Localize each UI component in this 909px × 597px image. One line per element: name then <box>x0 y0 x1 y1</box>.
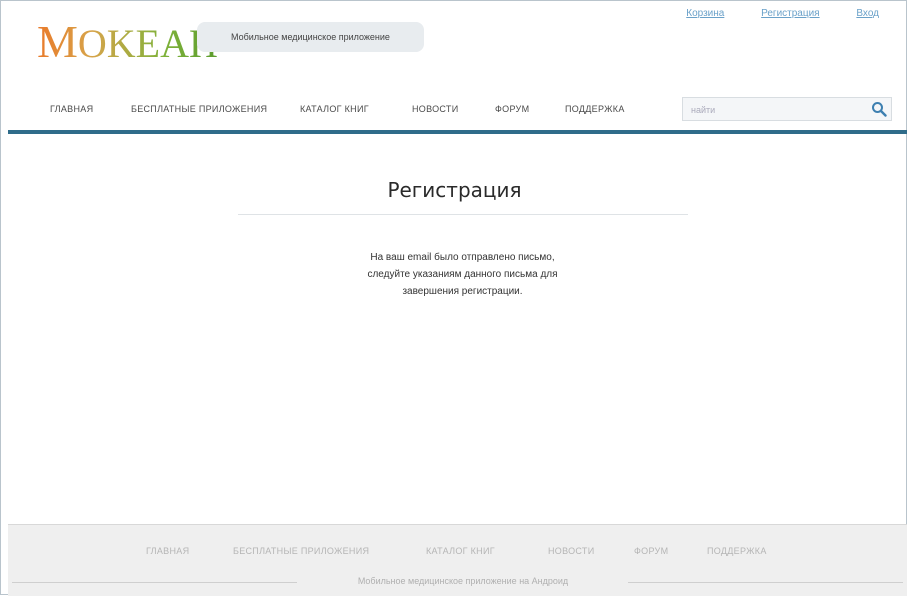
footer-nav-news[interactable]: НОВОСТИ <box>548 546 594 556</box>
footer-nav-support[interactable]: ПОДДЕРЖКА <box>707 546 767 556</box>
nav-item-book-catalog[interactable]: КАТАЛОГ КНИГ <box>300 104 369 114</box>
site-tagline: Мобильное медицинское приложение <box>197 22 424 52</box>
footer-tagline: Мобильное медицинское приложение на Андр… <box>357 576 569 586</box>
footer-divider-right <box>628 582 903 583</box>
login-link[interactable]: Вход <box>856 8 879 19</box>
message-line: завершения регистрации. <box>402 286 523 297</box>
nav-item-forum[interactable]: ФОРУМ <box>495 104 529 114</box>
search-box <box>682 97 892 121</box>
register-link[interactable]: Регистрация <box>761 8 819 19</box>
page-title: Регистрация <box>387 178 522 202</box>
nav-item-support[interactable]: ПОДДЕРЖКА <box>565 104 625 114</box>
footer-nav-book-catalog[interactable]: КАТАЛОГ КНИГ <box>426 546 495 556</box>
footer: ГЛАВНАЯ БЕСПЛАТНЫЕ ПРИЛОЖЕНИЯ КАТАЛОГ КН… <box>8 524 907 596</box>
message-line: На ваш email было отправлено письмо, <box>370 252 555 263</box>
header-divider <box>8 130 907 134</box>
cart-link[interactable]: Корзина <box>686 8 724 19</box>
confirmation-message: На ваш email было отправлено письмо, сле… <box>330 249 595 300</box>
search-input[interactable] <box>689 102 863 118</box>
footer-nav-home[interactable]: ГЛАВНАЯ <box>146 546 189 556</box>
nav-item-news[interactable]: НОВОСТИ <box>412 104 458 114</box>
logo-initial: M <box>37 16 78 67</box>
top-links: Корзина Регистрация Вход <box>652 8 879 19</box>
search-icon[interactable] <box>871 101 887 117</box>
footer-nav-free-apps[interactable]: БЕСПЛАТНЫЕ ПРИЛОЖЕНИЯ <box>233 546 369 556</box>
title-divider <box>238 214 688 215</box>
site-logo[interactable]: MOKEAH <box>37 18 218 68</box>
nav-item-home[interactable]: ГЛАВНАЯ <box>50 104 93 114</box>
footer-nav-forum[interactable]: ФОРУМ <box>634 546 668 556</box>
footer-nav: ГЛАВНАЯ БЕСПЛАТНЫЕ ПРИЛОЖЕНИЯ КАТАЛОГ КН… <box>8 546 907 560</box>
footer-divider-left <box>12 582 297 583</box>
message-line: следуйте указаниям данного письма для <box>367 269 558 280</box>
nav-item-free-apps[interactable]: БЕСПЛАТНЫЕ ПРИЛОЖЕНИЯ <box>131 104 267 114</box>
